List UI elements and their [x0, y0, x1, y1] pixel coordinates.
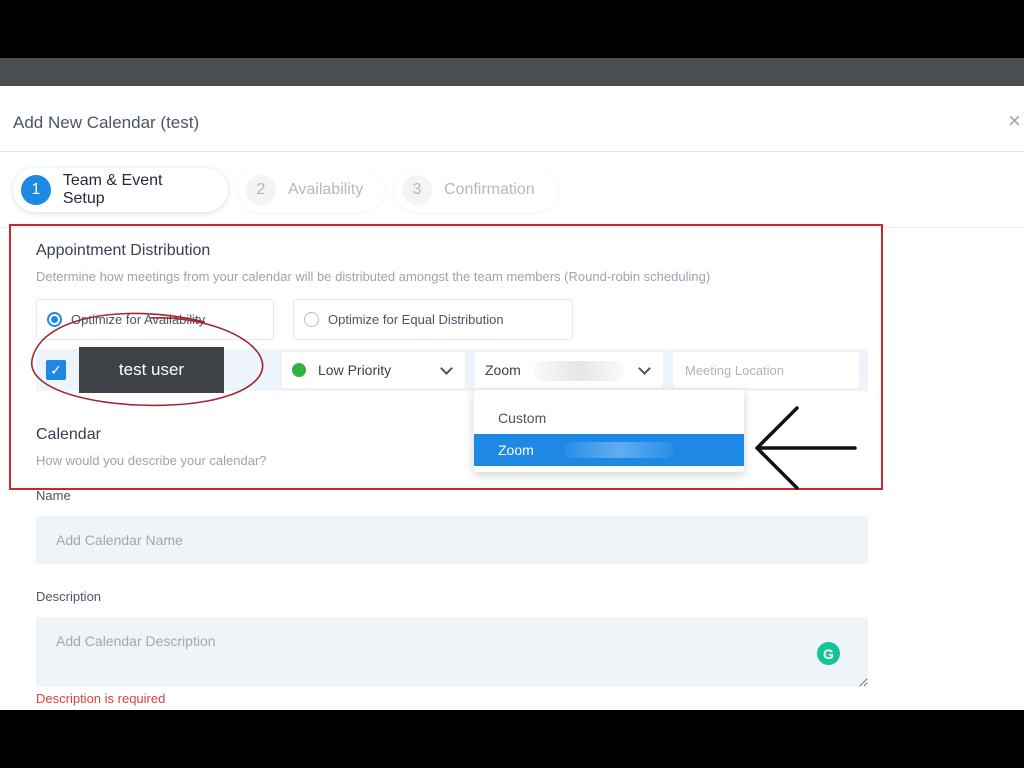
calendar-name-input[interactable] [36, 516, 868, 564]
stepper: 1 Team & Event Setup 2 Availability 3 Co… [0, 152, 1024, 228]
screenshot-page: Add New Calendar (test) × 1 Team & Event… [0, 0, 1024, 768]
priority-value: Low Priority [318, 362, 392, 378]
radio-label: Optimize for Availability [71, 312, 206, 327]
dropdown-option-custom[interactable]: Custom [474, 402, 744, 434]
step-label: Confirmation [444, 181, 535, 198]
team-member-checkbox[interactable]: ✓ [46, 360, 66, 380]
step-team-event-setup[interactable]: 1 Team & Event Setup [13, 168, 228, 212]
description-error-message: Description is required [36, 691, 166, 706]
chevron-down-icon [440, 362, 453, 375]
description-field-label: Description [36, 589, 102, 604]
dropdown-option-zoom[interactable]: Zoom [474, 434, 744, 466]
radio-unchecked-icon[interactable] [304, 312, 319, 327]
optimize-equal-distribution-option[interactable]: Optimize for Equal Distribution [293, 299, 573, 340]
calendar-description-input[interactable] [36, 617, 868, 687]
close-icon[interactable]: × [1008, 108, 1021, 134]
calendar-section-subtitle: How would you describe your calendar? [36, 453, 267, 468]
step-availability[interactable]: 2 Availability [238, 168, 384, 212]
radio-label: Optimize for Equal Distribution [328, 312, 504, 327]
grammarly-icon[interactable]: G [817, 642, 840, 665]
step-number: 2 [246, 175, 276, 205]
meeting-type-value: Zoom [485, 362, 521, 378]
modal-header: Add New Calendar (test) × [0, 86, 1024, 152]
calendar-section-title: Calendar [36, 426, 101, 443]
step-label: Availability [288, 181, 364, 198]
step-label: Team & Event Setup [62, 172, 163, 207]
step-number: 1 [21, 175, 51, 205]
redacted-blur [564, 442, 674, 458]
team-member-name: test user [79, 347, 224, 393]
team-member-row: ✓ test user Low Priority Zoom [36, 347, 868, 393]
appointment-distribution-title: Appointment Distribution [36, 242, 211, 259]
radio-checked-icon[interactable] [47, 312, 62, 327]
meeting-location-input[interactable] [672, 351, 860, 389]
priority-select[interactable]: Low Priority [281, 351, 466, 389]
meeting-type-dropdown: Custom Zoom [474, 390, 744, 472]
optimize-availability-option[interactable]: Optimize for Availability [36, 299, 274, 340]
modal-title: Add New Calendar (test) [13, 113, 200, 132]
dropdown-option-label: Zoom [498, 442, 534, 458]
step-confirmation[interactable]: 3 Confirmation [394, 168, 558, 212]
meeting-type-select[interactable]: Zoom [474, 351, 664, 389]
step-number: 3 [402, 175, 432, 205]
priority-status-icon [292, 363, 306, 377]
chevron-down-icon [638, 362, 651, 375]
appointment-distribution-subtitle: Determine how meetings from your calenda… [36, 269, 711, 284]
name-field-label: Name [36, 488, 71, 503]
redacted-blur [533, 361, 625, 381]
add-calendar-modal: Add New Calendar (test) × 1 Team & Event… [0, 86, 1024, 710]
